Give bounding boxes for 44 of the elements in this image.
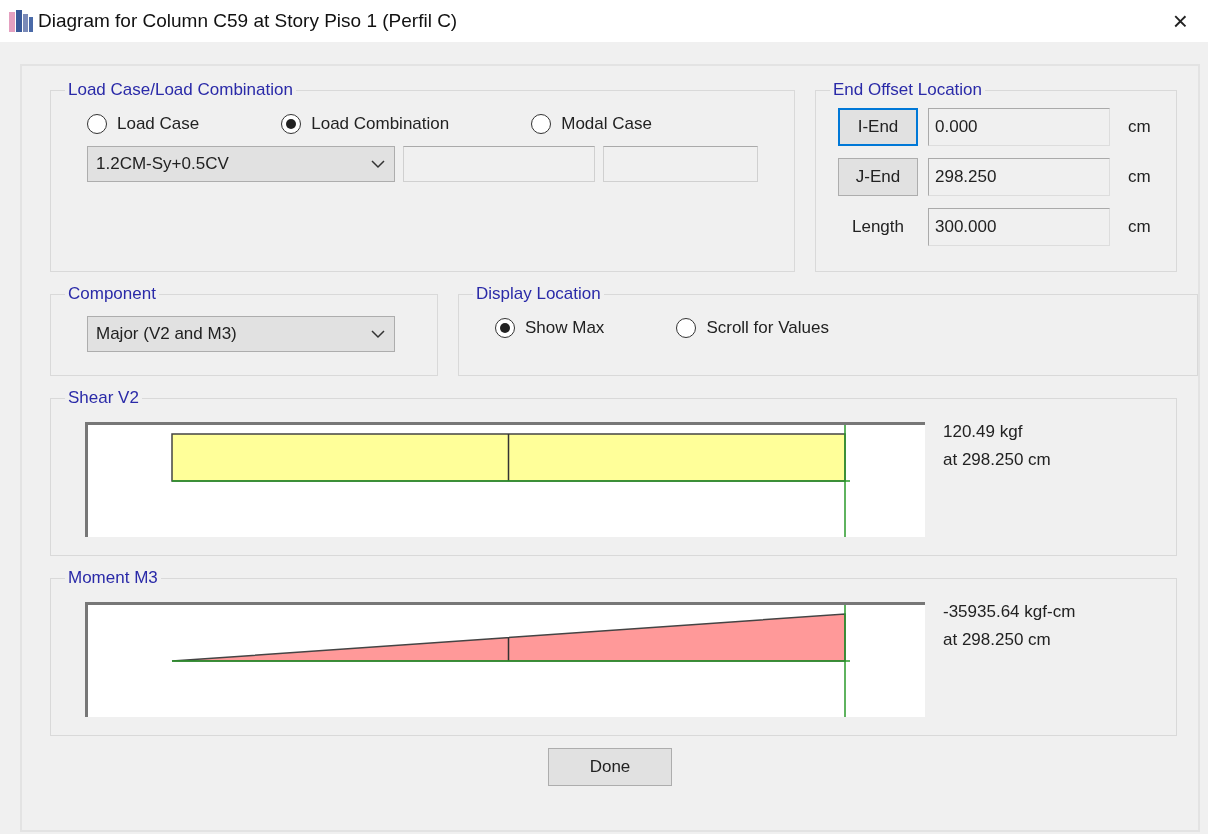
combination-dropdown[interactable]: 1.2CM-Sy+0.5CV <box>87 146 395 182</box>
window-title: Diagram for Column C59 at Story Piso 1 (Perfil C) <box>38 10 459 32</box>
max-value: 120.49 kgf <box>943 422 1024 442</box>
unit-label: cm <box>1127 117 1152 137</box>
max-value: -35935.64 kgf-cm <box>943 602 1076 622</box>
end-button[interactable]: J-End <box>838 158 918 196</box>
radio-button[interactable] <box>281 114 302 134</box>
chevron-down-icon <box>370 329 386 339</box>
radio-option[interactable]: Modal Case <box>531 114 652 134</box>
location-text: at 298.250 cm <box>943 450 1051 470</box>
close-button[interactable]: × <box>1160 5 1200 37</box>
radio-option[interactable]: Load Case <box>87 114 200 134</box>
offset-field[interactable]: 298.250 <box>928 158 1110 196</box>
group-title: End Offset Location <box>832 80 983 100</box>
radio-button[interactable] <box>87 114 107 134</box>
group-title: Component <box>67 284 157 304</box>
radio-label: Show Max <box>525 318 605 338</box>
radio-button[interactable] <box>495 318 515 338</box>
radio-option[interactable]: Load Combination <box>281 114 450 134</box>
radio-option[interactable]: Scroll for Values <box>676 318 829 338</box>
component-dropdown[interactable]: Major (V2 and M3) <box>87 316 395 352</box>
unit-label: cm <box>1127 167 1152 187</box>
group-title: Shear V2 <box>67 388 140 408</box>
end-button[interactable]: I-End <box>838 108 918 146</box>
radio-button[interactable] <box>676 318 697 338</box>
offset-field[interactable]: 300.000 <box>928 208 1110 246</box>
group-title: Display Location <box>475 284 602 304</box>
radio-label: Load Combination <box>311 114 450 134</box>
radio-label: Load Case <box>117 114 200 134</box>
radio-option[interactable]: Show Max <box>495 318 605 338</box>
offset-field[interactable]: 0.000 <box>928 108 1110 146</box>
radio-button[interactable] <box>531 114 552 134</box>
radio-label: Scroll for Values <box>706 318 829 338</box>
dropdown-value: 1.2CM-Sy+0.5CV <box>96 154 229 174</box>
radio-label: Modal Case <box>561 114 652 134</box>
done-button[interactable]: Done <box>548 748 672 786</box>
unit-label: cm <box>1127 217 1152 237</box>
field-label: Length <box>852 217 904 237</box>
dropdown-value: Major (V2 and M3) <box>96 324 237 344</box>
group-title: Load Case/Load Combination <box>67 80 294 100</box>
location-text: at 298.250 cm <box>943 630 1052 650</box>
app-icon <box>8 9 34 33</box>
group-title: Moment M3 <box>67 568 159 588</box>
chevron-down-icon <box>370 159 386 169</box>
